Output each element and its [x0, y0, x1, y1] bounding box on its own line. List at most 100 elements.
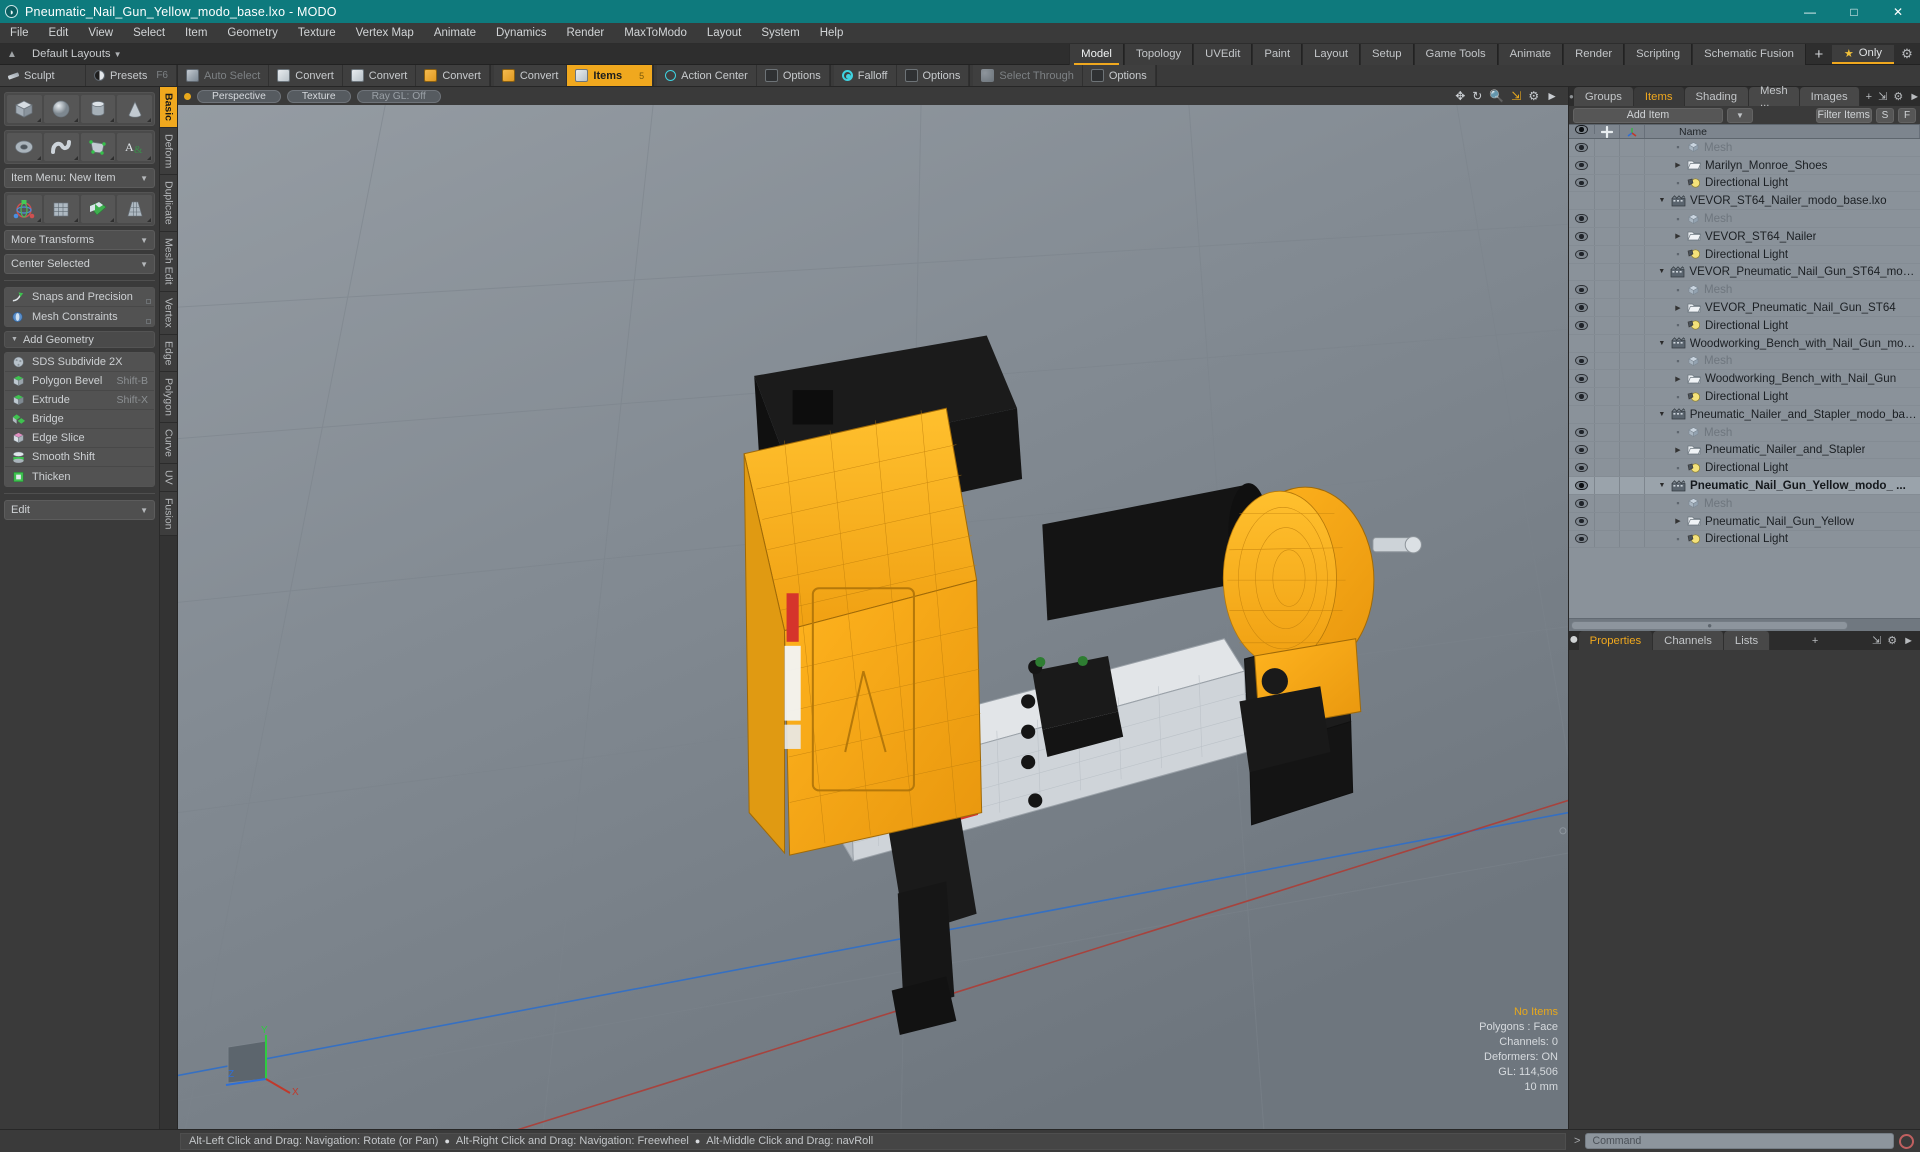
- tab-schematic-fusion[interactable]: Schematic Fusion: [1692, 43, 1806, 65]
- smooth-shift-button[interactable]: Smooth Shift: [5, 448, 154, 467]
- deform-tool-button[interactable]: [80, 195, 116, 223]
- vtab-basic[interactable]: Basic: [160, 87, 177, 129]
- falloff-options-button[interactable]: Options: [896, 65, 970, 86]
- properties-menu-icon[interactable]: ●: [1569, 631, 1579, 650]
- table-row[interactable]: ▪ Directional Light: [1569, 316, 1920, 335]
- viewport-gear-icon[interactable]: ⚙: [1528, 90, 1539, 102]
- table-row[interactable]: ▼ VEVOR_Pneumatic_Nail_Gun_ST64_modo_ ...: [1569, 263, 1920, 282]
- table-row[interactable]: ▶ VEVOR_Pneumatic_Nail_Gun_ST64: [1569, 299, 1920, 317]
- filter-items-input[interactable]: Filter Items: [1815, 107, 1872, 123]
- row-axis-toggle[interactable]: [1620, 299, 1645, 316]
- row-axis-toggle[interactable]: [1620, 370, 1645, 388]
- row-axis-toggle[interactable]: [1620, 227, 1645, 245]
- tab-images[interactable]: Images: [1799, 87, 1860, 106]
- table-row[interactable]: ▪ Mesh: [1569, 494, 1920, 513]
- thicken-button[interactable]: Thicken: [5, 467, 154, 486]
- row-visibility-toggle[interactable]: [1569, 245, 1595, 263]
- panel-gear-icon[interactable]: ⚙: [1893, 90, 1903, 103]
- tab-properties[interactable]: Properties: [1578, 631, 1654, 650]
- tab-channels[interactable]: Channels: [1653, 631, 1724, 650]
- tab-render[interactable]: Render: [1563, 43, 1625, 65]
- table-row[interactable]: ▶ VEVOR_ST64_Nailer: [1569, 227, 1920, 246]
- row-visibility-toggle[interactable]: [1569, 512, 1595, 530]
- center-selected-dropdown[interactable]: Center Selected ▼: [4, 254, 155, 274]
- panel-chevron-right-icon[interactable]: ►: [1909, 91, 1920, 103]
- select-through-options-button[interactable]: Options: [1082, 65, 1156, 86]
- command-input[interactable]: Command: [1585, 1133, 1894, 1149]
- tab-lists[interactable]: Lists: [1723, 631, 1771, 650]
- table-row[interactable]: ▪ Directional Light: [1569, 388, 1920, 406]
- vtab-edge[interactable]: Edge: [160, 334, 177, 373]
- row-visibility-toggle[interactable]: [1569, 174, 1595, 192]
- cone-primitive-button[interactable]: [117, 95, 152, 123]
- only-toggle-button[interactable]: ★ Only: [1831, 44, 1894, 64]
- row-lock-toggle[interactable]: [1595, 441, 1620, 459]
- row-axis-toggle[interactable]: [1620, 192, 1645, 210]
- falloff-button[interactable]: Falloff: [833, 65, 897, 86]
- row-axis-toggle[interactable]: [1620, 281, 1645, 299]
- row-visibility-toggle[interactable]: [1569, 530, 1595, 548]
- chevron-down-icon[interactable]: ▼: [1657, 482, 1667, 489]
- convert-vertex-button[interactable]: Convert: [269, 65, 343, 86]
- row-lock-toggle[interactable]: [1595, 227, 1620, 245]
- tube-primitive-button[interactable]: [43, 133, 79, 161]
- row-axis-toggle[interactable]: [1620, 316, 1645, 334]
- tab-paint[interactable]: Paint: [1252, 43, 1303, 65]
- table-row[interactable]: ▪ Mesh: [1569, 352, 1920, 371]
- row-visibility-toggle[interactable]: [1569, 334, 1595, 352]
- table-row[interactable]: ▼ VEVOR_ST64_Nailer_modo_base.lxo: [1569, 192, 1920, 211]
- tab-model[interactable]: Model: [1069, 43, 1124, 65]
- row-lock-toggle[interactable]: [1595, 245, 1620, 263]
- menu-item-help[interactable]: Help: [810, 23, 854, 44]
- add-tab-button[interactable]: +: [1806, 44, 1832, 65]
- row-lock-toggle[interactable]: [1595, 477, 1620, 494]
- row-lock-toggle[interactable]: [1595, 263, 1620, 281]
- row-lock-toggle[interactable]: [1595, 281, 1620, 299]
- row-visibility-toggle[interactable]: [1569, 459, 1595, 477]
- snaps-options-icon[interactable]: [146, 299, 151, 304]
- action-center-options-button[interactable]: Options: [756, 65, 830, 86]
- row-axis-toggle[interactable]: [1620, 352, 1645, 370]
- tab-groups[interactable]: Groups: [1573, 87, 1634, 106]
- viewport-menu-dot-icon[interactable]: [184, 92, 191, 100]
- row-visibility-toggle[interactable]: [1569, 192, 1595, 210]
- row-lock-toggle[interactable]: [1595, 370, 1620, 388]
- row-lock-toggle[interactable]: [1595, 156, 1620, 174]
- convert-edge-button[interactable]: Convert: [342, 65, 417, 86]
- menu-item-system[interactable]: System: [751, 23, 809, 44]
- close-button[interactable]: ✕: [1876, 0, 1920, 23]
- constraints-options-icon[interactable]: [146, 319, 151, 324]
- tab-items[interactable]: Items: [1633, 87, 1685, 106]
- chevron-right-icon[interactable]: ▶: [1673, 517, 1683, 525]
- tab-mesh[interactable]: Mesh ...: [1748, 85, 1800, 109]
- chevron-down-icon[interactable]: ▼: [1657, 197, 1667, 204]
- transform-tool-button[interactable]: [7, 195, 42, 223]
- row-visibility-toggle[interactable]: [1569, 156, 1595, 174]
- filter-s-button[interactable]: S: [1876, 107, 1894, 123]
- table-row[interactable]: ▼ Pneumatic_Nailer_and_Stapler_modo_base.…: [1569, 405, 1920, 424]
- vtab-vertex[interactable]: Vertex: [160, 291, 177, 335]
- edit-dropdown[interactable]: Edit ▼: [4, 500, 155, 520]
- row-axis-toggle[interactable]: [1620, 459, 1645, 477]
- row-visibility-toggle[interactable]: [1569, 227, 1595, 245]
- row-visibility-toggle[interactable]: [1569, 477, 1595, 494]
- menu-item-texture[interactable]: Texture: [288, 23, 346, 44]
- items-horizontal-scrollbar[interactable]: ●: [1569, 618, 1920, 631]
- text-primitive-button[interactable]: A &: [117, 133, 152, 161]
- menu-item-select[interactable]: Select: [123, 23, 175, 44]
- chevron-right-icon[interactable]: ▶: [1673, 161, 1683, 169]
- filter-f-button[interactable]: F: [1898, 107, 1916, 123]
- item-menu-dropdown[interactable]: Item Menu: New Item ▼: [4, 168, 155, 188]
- row-lock-toggle[interactable]: [1595, 210, 1620, 227]
- row-axis-toggle[interactable]: [1620, 477, 1645, 494]
- tab-layout[interactable]: Layout: [1302, 43, 1361, 65]
- maximize-button[interactable]: □: [1832, 0, 1876, 23]
- row-visibility-toggle[interactable]: [1569, 299, 1595, 316]
- table-row[interactable]: ▪ Directional Light: [1569, 459, 1920, 478]
- row-visibility-toggle[interactable]: [1569, 405, 1595, 423]
- presets-button[interactable]: Presets F6: [86, 65, 177, 86]
- vtab-uv[interactable]: UV: [160, 464, 177, 492]
- row-lock-toggle[interactable]: [1595, 459, 1620, 477]
- add-item-button[interactable]: Add Item: [1573, 107, 1723, 123]
- torus-primitive-button[interactable]: [7, 133, 42, 161]
